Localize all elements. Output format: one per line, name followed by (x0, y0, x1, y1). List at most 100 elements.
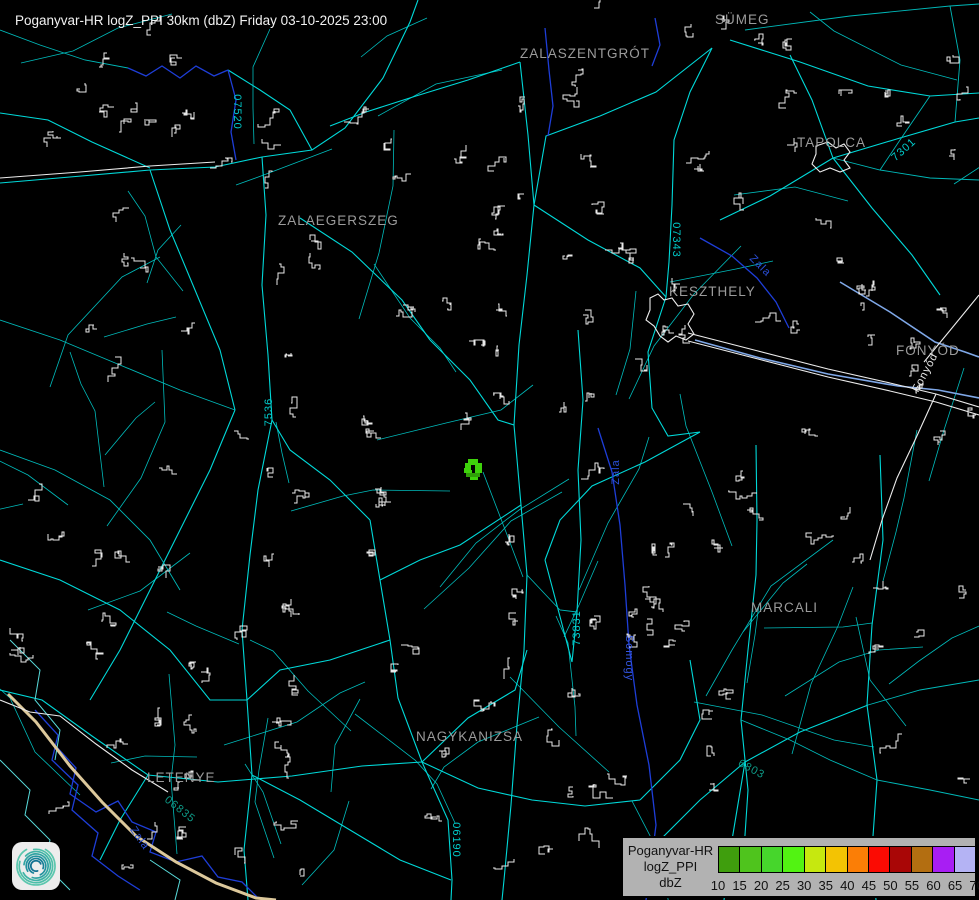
road-label: 7536 (263, 398, 275, 426)
village-outline (589, 784, 613, 798)
legend-color-cell (847, 846, 869, 873)
legend-tick: 15 (732, 878, 746, 893)
minor-road (377, 385, 533, 440)
village-outline (362, 416, 372, 425)
minor-road (255, 718, 274, 858)
village-outline (267, 468, 273, 477)
minor-road (743, 564, 807, 632)
village-outline (99, 53, 109, 67)
village-outline (48, 131, 61, 138)
village-outline (272, 718, 280, 722)
road-label: 73831 (571, 610, 583, 646)
village-outline (590, 616, 600, 629)
map-title: Poganyvar-HR logZ_PPI 30km (dbZ) Friday … (15, 13, 387, 28)
village-outline (841, 507, 850, 519)
radar-map: SÜMEGZALASZENTGRÓTTAPOLCAZALAEGERSZEGKES… (0, 0, 979, 900)
village-outline (292, 490, 309, 503)
village-outline (113, 208, 129, 222)
village-outline (947, 55, 959, 63)
village-outline (86, 642, 103, 659)
village-outline (559, 402, 566, 412)
village-outline (885, 90, 890, 97)
echo-pixel (470, 477, 478, 480)
village-outline (679, 325, 690, 343)
minor-road (883, 430, 917, 581)
village-outline (568, 787, 573, 797)
village-outline (170, 55, 182, 65)
minor-road (616, 291, 636, 395)
village-outline (937, 308, 947, 318)
village-outline (802, 429, 818, 436)
minor-road (147, 225, 181, 283)
minor-road (734, 187, 848, 201)
village-outline (290, 397, 297, 417)
village-outline (645, 597, 663, 612)
legend-tick: 65 (948, 878, 962, 893)
legend-color-cell (782, 846, 804, 873)
village-outline (866, 281, 875, 296)
village-outline (719, 689, 733, 699)
legend-color-cell (911, 846, 933, 873)
village-outline (182, 110, 194, 119)
road-label: 07343 (670, 222, 682, 258)
village-outline (509, 613, 518, 625)
village-outline (728, 491, 757, 499)
village-outline (500, 393, 509, 404)
minor-road (431, 717, 539, 789)
village-outline (787, 138, 797, 152)
road-network-white (0, 142, 979, 792)
village-outline (492, 206, 505, 219)
minor-road (629, 246, 741, 399)
village-outline (145, 119, 156, 125)
spiral-icon (17, 849, 55, 885)
village-outline (675, 621, 689, 631)
minor-road (302, 801, 349, 885)
village-outline (454, 145, 466, 163)
village-outline (837, 258, 844, 263)
minor-road (810, 12, 957, 80)
village-outline (496, 304, 507, 316)
minor-road (764, 623, 872, 628)
minor-road (929, 368, 964, 481)
road-label: 07520 (231, 94, 243, 130)
village-outline (181, 323, 195, 334)
village-outline (488, 157, 506, 171)
minor-road (276, 422, 289, 483)
village-outline (131, 103, 137, 112)
minor-road (889, 619, 979, 684)
legend-tick: 50 (883, 878, 897, 893)
village-outline (816, 218, 831, 228)
echo-pixel (466, 473, 480, 477)
village-outline (652, 544, 657, 555)
village-outline (496, 346, 499, 356)
village-outline (172, 125, 180, 137)
minor-road (245, 764, 281, 844)
village-outline (376, 498, 385, 507)
village-outline (99, 105, 114, 117)
village-outline (518, 97, 525, 112)
village-outline (86, 325, 97, 332)
village-outline (563, 87, 579, 107)
village-outline (264, 554, 274, 567)
legend-ticks: 10152025303540455055606570 (623, 878, 975, 896)
city-label: LETENYE (147, 770, 216, 785)
village-outline (285, 353, 292, 357)
village-outline (107, 739, 128, 748)
village-outline (563, 255, 572, 259)
minor-road (785, 647, 923, 696)
village-outline (736, 471, 744, 481)
village-outline (442, 298, 451, 310)
minor-road (954, 99, 979, 184)
village-outline (265, 171, 272, 188)
village-outline (685, 24, 693, 37)
village-outline (393, 174, 411, 181)
minor-road (104, 317, 176, 337)
village-outline (461, 413, 471, 430)
village-outline (686, 151, 709, 163)
village-outline (568, 688, 580, 697)
legend-tick: 25 (775, 878, 789, 893)
legend-color-cell (825, 846, 847, 873)
village-outline (210, 158, 232, 168)
village-outline (494, 229, 503, 235)
village-outline (583, 310, 593, 324)
